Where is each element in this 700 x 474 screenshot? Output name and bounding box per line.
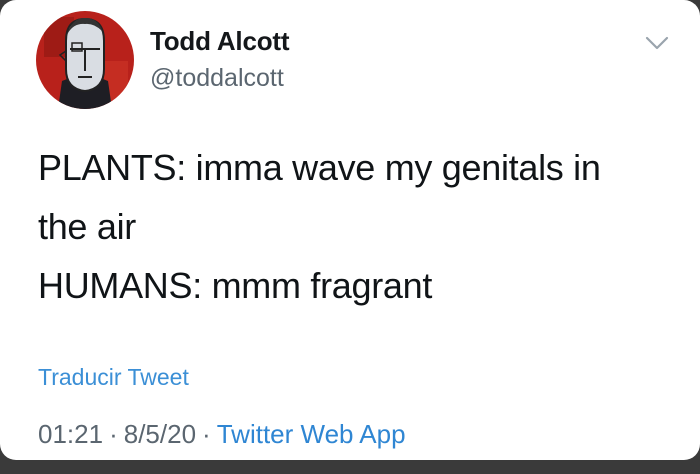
tweet-time[interactable]: 01:21 xyxy=(38,419,103,449)
author-handle[interactable]: @toddalcott xyxy=(150,64,284,93)
tweet-meta: 01:21 · 8/5/20 · Twitter Web App xyxy=(38,419,406,450)
author-avatar[interactable] xyxy=(36,11,134,109)
tweet-date[interactable]: 8/5/20 xyxy=(124,419,196,449)
tweet-card: Todd Alcott @toddalcott PLANTS: imma wav… xyxy=(0,0,700,460)
meta-separator: · xyxy=(202,419,211,449)
translate-tweet-link[interactable]: Traducir Tweet xyxy=(38,364,189,391)
portrait-avatar-icon xyxy=(36,11,134,109)
tweet-text: PLANTS: imma wave my genitals in the air… xyxy=(38,138,678,315)
chevron-down-icon[interactable] xyxy=(644,34,670,52)
tweet-source-link[interactable]: Twitter Web App xyxy=(217,419,406,449)
meta-separator: · xyxy=(109,419,118,449)
tweet-line: PLANTS: imma wave my genitals in xyxy=(38,147,601,188)
tweet-line: HUMANS: mmm fragrant xyxy=(38,265,433,306)
tweet-line: the air xyxy=(38,206,136,247)
author-name[interactable]: Todd Alcott xyxy=(150,26,290,57)
